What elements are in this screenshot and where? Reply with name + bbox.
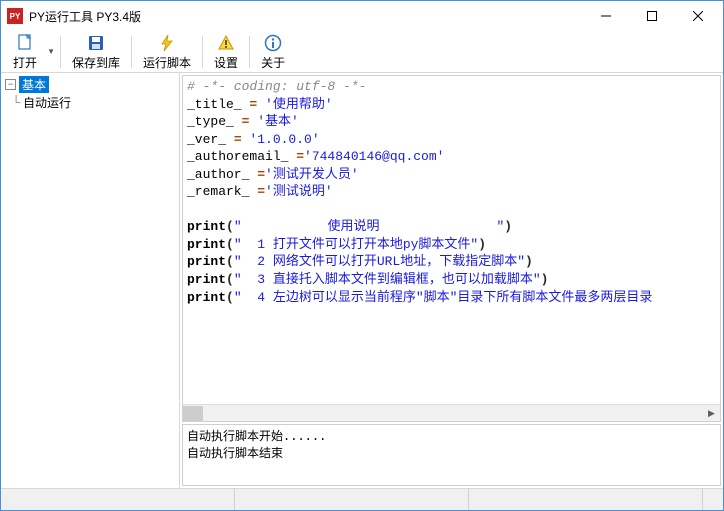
app-window: PY PY运行工具 PY3.4版 打开 ▼ 保存到库 运行脚本 设置	[0, 0, 724, 511]
settings-button[interactable]: 设置	[206, 31, 246, 73]
expand-icon[interactable]: −	[5, 79, 16, 90]
separator	[131, 36, 132, 68]
about-button[interactable]: 关于	[253, 31, 293, 73]
tree-connector-icon: └	[9, 95, 23, 109]
tree-child[interactable]: └ 自动运行	[3, 93, 177, 111]
minimize-button[interactable]	[583, 1, 629, 31]
window-controls	[583, 1, 721, 31]
run-label: 运行脚本	[143, 54, 191, 71]
run-button[interactable]: 运行脚本	[135, 31, 199, 73]
toolbar: 打开 ▼ 保存到库 运行脚本 设置 关于	[1, 31, 723, 73]
save-button[interactable]: 保存到库	[64, 31, 128, 73]
statusbar	[1, 488, 723, 510]
tree-root[interactable]: − 基本	[3, 75, 177, 93]
open-dropdown[interactable]: ▼	[45, 33, 57, 71]
main-panel: # -*- coding: utf-8 -*- _title_ = '使用帮助'…	[180, 73, 723, 488]
horizontal-scrollbar[interactable]: ▶	[183, 404, 720, 421]
tree-root-label: 基本	[19, 76, 49, 93]
status-cell	[469, 489, 703, 510]
window-title: PY运行工具 PY3.4版	[29, 8, 583, 25]
open-label: 打开	[13, 54, 37, 71]
lightning-icon	[157, 33, 177, 53]
output-line: 自动执行脚本开始......	[187, 427, 716, 444]
save-label: 保存到库	[72, 54, 120, 71]
status-cell	[1, 489, 235, 510]
code-comment: # -*- coding: utf-8 -*-	[187, 79, 366, 94]
separator	[249, 36, 250, 68]
open-button[interactable]: 打开	[5, 31, 45, 73]
maximize-button[interactable]	[629, 1, 675, 31]
separator	[60, 36, 61, 68]
separator	[202, 36, 203, 68]
code-editor[interactable]: # -*- coding: utf-8 -*- _title_ = '使用帮助'…	[183, 76, 720, 404]
about-label: 关于	[261, 54, 285, 71]
tree-child-label: 自动运行	[23, 94, 71, 111]
output-panel[interactable]: 自动执行脚本开始...... 自动执行脚本结束	[182, 424, 721, 486]
resize-grip[interactable]	[703, 489, 723, 510]
settings-label: 设置	[214, 54, 238, 71]
close-button[interactable]	[675, 1, 721, 31]
content-area: − 基本 └ 自动运行 # -*- coding: utf-8 -*- _tit…	[1, 73, 723, 488]
file-icon	[15, 33, 35, 53]
sidebar-tree[interactable]: − 基本 └ 自动运行	[1, 73, 180, 488]
save-icon	[86, 33, 106, 53]
editor-container: # -*- coding: utf-8 -*- _title_ = '使用帮助'…	[182, 75, 721, 422]
info-icon	[263, 33, 283, 53]
status-cell	[235, 489, 469, 510]
scrollbar-thumb[interactable]	[183, 406, 203, 421]
titlebar: PY PY运行工具 PY3.4版	[1, 1, 723, 31]
warning-icon	[216, 33, 236, 53]
app-icon: PY	[7, 8, 23, 24]
scroll-right-icon[interactable]: ▶	[703, 405, 720, 422]
output-line: 自动执行脚本结束	[187, 444, 716, 461]
